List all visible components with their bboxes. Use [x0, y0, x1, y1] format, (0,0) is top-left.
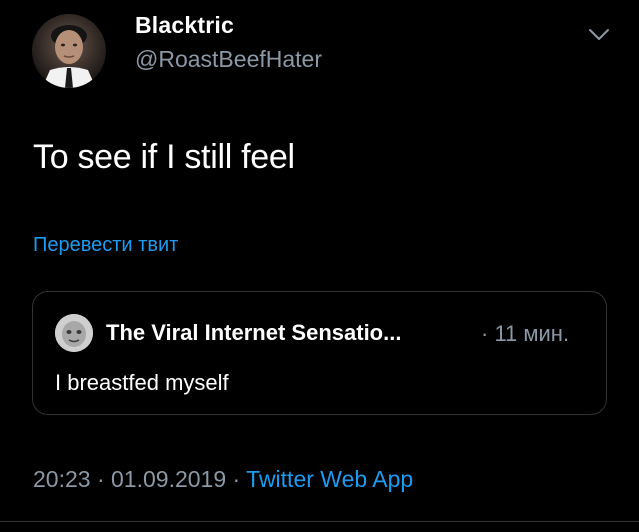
divider — [0, 521, 639, 522]
tweet-date[interactable]: 01.09.2019 — [111, 466, 226, 492]
author-handle[interactable]: @RoastBeefHater — [135, 46, 322, 73]
meta-separator: · — [226, 466, 247, 492]
tweet-source-link[interactable]: Twitter Web App — [246, 466, 413, 492]
meta-separator: · — [90, 466, 112, 492]
tweet-meta: 20:23 · 01.09.2019 · Twitter Web App — [33, 466, 413, 493]
quoted-author-avatar-image — [55, 314, 93, 352]
tweet-text: To see if I still feel — [33, 138, 295, 176]
quoted-timestamp: · 11 мин. — [481, 321, 570, 346]
quoted-author-name: The Viral Internet Sensatio... — [106, 320, 402, 345]
tweet-time[interactable]: 20:23 — [33, 466, 91, 492]
author-name[interactable]: Blacktric — [135, 12, 234, 39]
quoted-tweet[interactable]: The Viral Internet Sensatio... · 11 мин.… — [32, 291, 607, 415]
quoted-author-avatar[interactable] — [55, 314, 93, 352]
translate-tweet-link[interactable]: Перевести твит — [33, 234, 178, 257]
quoted-tweet-text: I breastfed myself — [55, 370, 229, 395]
author-avatar[interactable] — [32, 14, 106, 88]
tweet-detail: Blacktric @RoastBeefHater To see if I st… — [0, 0, 639, 532]
author-avatar-image — [42, 25, 96, 88]
chevron-down-icon[interactable] — [587, 22, 611, 46]
